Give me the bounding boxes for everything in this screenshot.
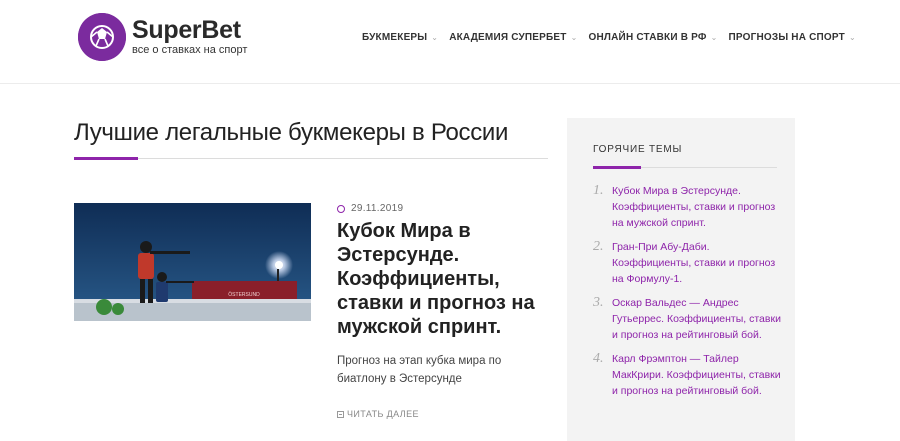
topic-link[interactable]: Карл Фрэмптон — Тайлер МакКрири. Коэффиц… xyxy=(612,351,783,399)
topic-item: 2. Гран-При Абу-Даби. Коэффициенты, став… xyxy=(593,239,783,287)
nav-item-label: АКАДЕМИЯ СУПЕРБЕТ xyxy=(449,32,567,43)
read-more-icon xyxy=(337,410,344,418)
article-date-text: 29.11.2019 xyxy=(351,203,404,214)
topic-number: 3. xyxy=(593,295,604,310)
sidebar-accent-bar xyxy=(593,166,641,169)
site-logo[interactable]: SuperBet все о ставках на спорт xyxy=(78,12,298,62)
topic-item: 3. Оскар Вальдес — Андрес Гутьеррес. Коэ… xyxy=(593,295,783,343)
nav-item-academy[interactable]: АКАДЕМИЯ СУПЕРБЕТ ⌄ xyxy=(449,32,577,43)
main-nav: БУКМЕКЕРЫ ⌄ АКАДЕМИЯ СУПЕРБЕТ ⌄ ОНЛАЙН С… xyxy=(362,32,867,43)
page-title: Лучшие легальные букмекеры в России xyxy=(74,119,509,146)
topic-item: 1. Кубок Мира в Эстерсунде. Коэффициенты… xyxy=(593,183,783,231)
article-excerpt: Прогноз на этап кубка мира по биатлону в… xyxy=(337,355,502,385)
topic-link[interactable]: Оскар Вальдес — Андрес Гутьеррес. Коэффи… xyxy=(612,295,783,343)
topic-number: 2. xyxy=(593,239,604,254)
nav-item-label: БУКМЕКЕРЫ xyxy=(362,32,428,43)
chevron-down-icon: ⌄ xyxy=(570,33,578,42)
title-divider xyxy=(74,158,548,159)
nav-item-online-betting[interactable]: ОНЛАЙН СТАВКИ В РФ ⌄ xyxy=(589,32,718,43)
read-more-link[interactable]: ЧИТАТЬ ДАЛЕЕ xyxy=(337,409,419,419)
nav-item-predictions[interactable]: ПРОГНОЗЫ НА СПОРТ ⌄ xyxy=(729,32,856,43)
hot-topics-list: 1. Кубок Мира в Эстерсунде. Коэффициенты… xyxy=(593,183,783,407)
clock-icon xyxy=(337,204,345,213)
sidebar-title: ГОРЯЧИЕ ТЕМЫ xyxy=(593,144,683,155)
stadium-sign: ÖSTERSUND xyxy=(228,291,260,298)
brand-name: SuperBet xyxy=(132,16,241,44)
nav-item-label: ПРОГНОЗЫ НА СПОРТ xyxy=(728,32,845,43)
article-date: 29.11.2019 xyxy=(337,203,403,214)
nav-item-label: ОНЛАЙН СТАВКИ В РФ xyxy=(588,32,707,43)
article-thumbnail[interactable]: ÖSTERSUND xyxy=(74,203,311,321)
site-header: SuperBet все о ставках на спорт БУКМЕКЕР… xyxy=(0,0,900,84)
topic-number: 4. xyxy=(593,351,604,366)
title-accent-bar xyxy=(74,157,138,160)
topic-link[interactable]: Кубок Мира в Эстерсунде. Коэффициенты, с… xyxy=(612,183,783,231)
chevron-down-icon: ⌄ xyxy=(710,33,718,42)
topic-item: 4. Карл Фрэмптон — Тайлер МакКрири. Коэф… xyxy=(593,351,783,399)
read-more-label: ЧИТАТЬ ДАЛЕЕ xyxy=(347,409,419,419)
topic-number: 1. xyxy=(593,183,604,198)
brand-tagline: все о ставках на спорт xyxy=(132,44,248,56)
logo-ball-icon xyxy=(78,13,126,61)
nav-item-bookmakers[interactable]: БУКМЕКЕРЫ ⌄ xyxy=(362,32,438,43)
article-title-link[interactable]: Кубок Мира в Эстерсунде. Коэффициенты, с… xyxy=(337,219,537,339)
chevron-down-icon: ⌄ xyxy=(848,33,856,42)
chevron-down-icon: ⌄ xyxy=(431,33,439,42)
topic-link[interactable]: Гран-При Абу-Даби. Коэффициенты, ставки … xyxy=(612,239,783,287)
sidebar-hot-topics: ГОРЯЧИЕ ТЕМЫ 1. Кубок Мира в Эстерсунде.… xyxy=(567,118,795,441)
